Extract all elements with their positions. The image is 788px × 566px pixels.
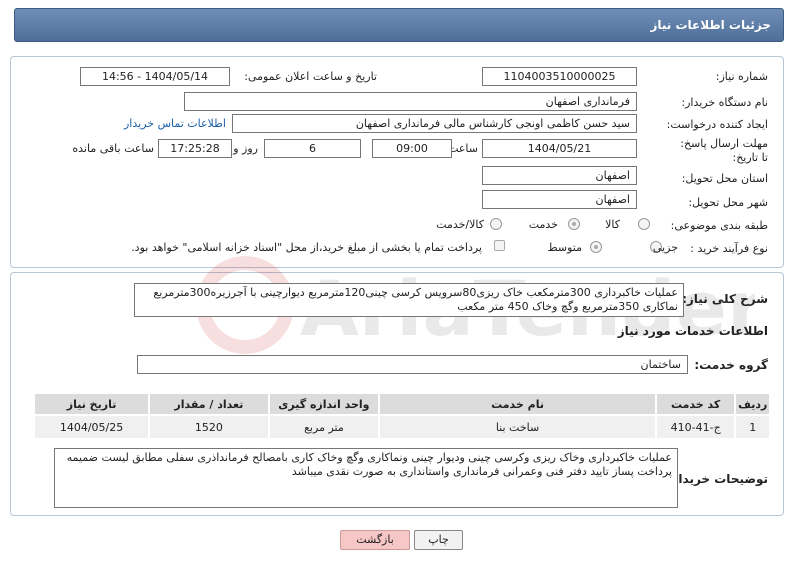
category-radio-goods-service[interactable]	[490, 218, 502, 230]
city-label: شهر محل تحویل:	[688, 196, 768, 209]
deadline-hour-label: ساعت	[448, 142, 478, 155]
days-remaining-field: 6	[264, 139, 361, 158]
details-panel	[10, 56, 784, 268]
col-need-date: تاریخ نیاز	[32, 392, 151, 416]
title-bar: جزئیات اطلاعات نیاز	[14, 8, 784, 42]
cell-service-name: ساخت بنا	[378, 414, 657, 440]
back-button[interactable]: بازگشت	[340, 530, 410, 550]
creator-label: ایجاد کننده درخواست:	[666, 118, 768, 131]
category-radio-goods[interactable]	[638, 218, 650, 230]
buyer-notes-label: توضیحات خریدار:	[666, 472, 768, 486]
treasury-note: پرداخت تمام یا بخشی از مبلغ خرید،از محل …	[131, 241, 482, 254]
category-option-service: خدمت	[528, 218, 558, 231]
cell-service-code: ج-41-410	[654, 414, 737, 440]
buyer-org-field: فرمانداری اصفهان	[184, 92, 637, 111]
deadline-label: مهلت ارسال پاسخ: تا تاریخ:	[680, 137, 768, 164]
col-quantity: تعداد / مقدار	[148, 392, 270, 416]
days-label: روز و	[233, 142, 258, 155]
category-label: طبقه بندی موضوعی:	[670, 219, 768, 232]
purchase-type-option-medium: متوسط	[547, 241, 582, 254]
page-title: جزئیات اطلاعات نیاز	[650, 18, 771, 32]
buyer-org-label: نام دستگاه خریدار:	[681, 96, 768, 109]
province-field: اصفهان	[482, 166, 637, 185]
cell-row: 1	[734, 414, 771, 440]
need-number-label: شماره نیاز:	[715, 70, 768, 83]
announce-label: تاریخ و ساعت اعلان عمومی:	[244, 70, 377, 83]
need-number-field: 1104003510000025	[482, 67, 637, 86]
service-group-field: ساختمان	[137, 355, 688, 374]
col-service-code: کد خدمت	[654, 392, 737, 416]
creator-field: سید حسن کاظمی اونجی کارشناس مالی فرماندا…	[232, 114, 637, 133]
services-table: ردیف کد خدمت نام خدمت واحد اندازه گیری ت…	[32, 392, 771, 440]
table-header-row: ردیف کد خدمت نام خدمت واحد اندازه گیری ت…	[32, 392, 771, 416]
buyer-notes-text: عملیات خاکبرداری وخاک ریزی وکرسی چینی ود…	[54, 448, 678, 508]
need-details-page: جزئیات اطلاعات نیاز AriaTender.net شماره…	[0, 0, 788, 566]
buyer-contact-link[interactable]: اطلاعات تماس خریدار	[124, 117, 226, 130]
category-radio-service[interactable]	[568, 218, 580, 230]
table-row: 1 ج-41-410 ساخت بنا متر مربع 1520 1404/0…	[32, 414, 771, 440]
cell-need-date: 1404/05/25	[32, 414, 151, 440]
province-label: استان محل تحویل:	[681, 172, 768, 185]
cell-unit: متر مربع	[267, 414, 381, 440]
service-group-label: گروه خدمت:	[694, 358, 768, 372]
treasury-checkbox[interactable]	[494, 240, 505, 251]
services-section-title: اطلاعات خدمات مورد نیاز	[617, 324, 768, 338]
time-remaining-field: 17:25:28	[158, 139, 232, 158]
col-service-name: نام خدمت	[378, 392, 657, 416]
announce-field: 1404/05/14 - 14:56	[80, 67, 230, 86]
time-remaining-label: ساعت باقی مانده	[72, 142, 154, 155]
col-unit: واحد اندازه گیری	[267, 392, 381, 416]
cell-quantity: 1520	[148, 414, 270, 440]
purchase-type-radio-medium[interactable]	[590, 241, 602, 253]
deadline-date-field: 1404/05/21	[482, 139, 637, 158]
print-button[interactable]: چاپ	[414, 530, 463, 550]
col-row: ردیف	[734, 392, 771, 416]
city-field: اصفهان	[482, 190, 637, 209]
category-option-goods: کالا	[605, 218, 620, 231]
purchase-type-option-minor: جزیی	[652, 241, 678, 254]
deadline-time-field: 09:00	[372, 139, 452, 158]
category-option-goods-service: کالا/خدمت	[436, 218, 484, 231]
purchase-type-label: نوع فرآیند خرید :	[690, 242, 768, 255]
description-text: عملیات خاکبرداری 300مترمکعب خاک ریزی80سر…	[134, 283, 684, 317]
description-label: شرح کلی نیاز:	[682, 292, 768, 306]
